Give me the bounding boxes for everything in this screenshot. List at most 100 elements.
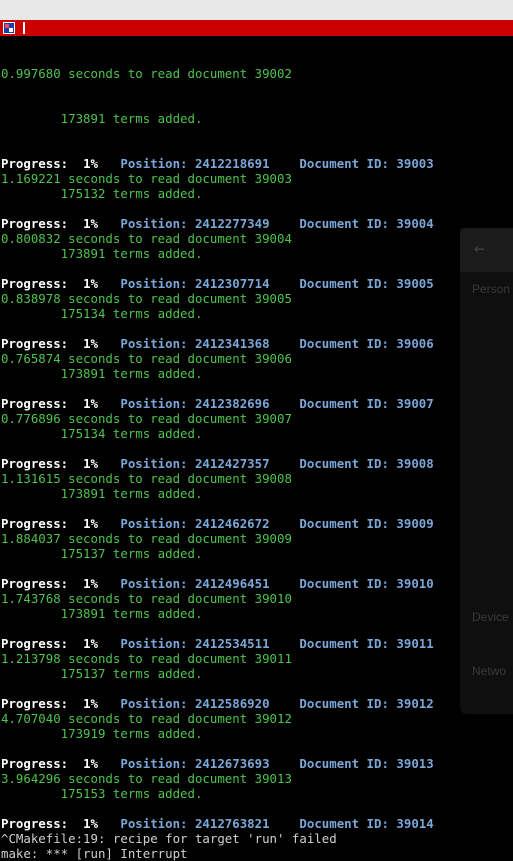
document-id-label: Document ID: xyxy=(269,516,397,531)
progress-line: Progress: 1% Position: 2412341368 Docume… xyxy=(1,336,513,351)
progress-line: Progress: 1% Position: 2412218691 Docume… xyxy=(1,156,513,171)
progress-line: Progress: 1% Position: 2412763821 Docume… xyxy=(1,816,513,831)
terminal-line: 173891 terms added. xyxy=(1,111,203,126)
document-id-value: 39003 xyxy=(396,156,434,171)
progress-line: Progress: 1% Position: 2412277349 Docume… xyxy=(1,216,513,231)
progress-label: Progress: xyxy=(1,456,84,471)
position-value: 2412673693 xyxy=(194,756,270,771)
terminal-output[interactable]: 0.997680 seconds to read document 39002 … xyxy=(1,36,513,861)
progress-percent: 1% xyxy=(83,576,98,591)
progress-label: Progress: xyxy=(1,336,84,351)
terms-added-line: 175137 terms added. xyxy=(1,666,203,681)
position-value: 2412462672 xyxy=(194,516,270,531)
position-value: 2412307714 xyxy=(194,276,270,291)
position-value: 2412277349 xyxy=(194,216,270,231)
progress-line: Progress: 1% Position: 2412496451 Docume… xyxy=(1,576,513,591)
terms-added-line: 175134 terms added. xyxy=(1,306,203,321)
progress-line: Progress: 1% Position: 2412534511 Docume… xyxy=(1,636,513,651)
read-time-line: 1.884037 seconds to read document 39009 xyxy=(1,531,292,546)
position-label: Position: xyxy=(97,756,195,771)
position-value: 2412496451 xyxy=(194,576,270,591)
document-id-label: Document ID: xyxy=(269,636,397,651)
position-label: Position: xyxy=(97,636,195,651)
document-id-value: 39005 xyxy=(396,276,434,291)
progress-percent: 1% xyxy=(83,396,98,411)
make-output-line: ^CMakefile:19: recipe for target 'run' f… xyxy=(1,831,337,846)
position-label: Position: xyxy=(97,396,195,411)
position-label: Position: xyxy=(97,696,195,711)
document-id-value: 39004 xyxy=(396,216,434,231)
position-value: 2412763821 xyxy=(194,816,270,831)
document-id-label: Document ID: xyxy=(269,396,397,411)
terms-added-line: 175132 terms added. xyxy=(1,186,203,201)
document-id-label: Document ID: xyxy=(269,276,397,291)
progress-percent: 1% xyxy=(83,456,98,471)
position-value: 2412341368 xyxy=(194,336,270,351)
make-output-line: make: *** [run] Interrupt xyxy=(1,846,188,861)
read-time-line: 0.765874 seconds to read document 39006 xyxy=(1,351,292,366)
read-time-line: 4.707040 seconds to read document 39012 xyxy=(1,711,292,726)
document-id-label: Document ID: xyxy=(269,456,397,471)
terms-added-line: 173891 terms added. xyxy=(1,366,203,381)
progress-percent: 1% xyxy=(83,156,98,171)
terms-added-line: 173919 terms added. xyxy=(1,726,203,741)
progress-line: Progress: 1% Position: 2412462672 Docume… xyxy=(1,516,513,531)
terminal-app-icon[interactable] xyxy=(3,22,15,34)
read-time-line: 3.964296 seconds to read document 39013 xyxy=(1,771,292,786)
progress-percent: 1% xyxy=(83,756,98,771)
progress-percent: 1% xyxy=(83,276,98,291)
read-time-line: 1.213798 seconds to read document 39011 xyxy=(1,651,292,666)
read-time-line: 0.800832 seconds to read document 39004 xyxy=(1,231,292,246)
terminal-line: 0.997680 seconds to read document 39002 xyxy=(1,66,292,81)
progress-percent: 1% xyxy=(83,816,98,831)
document-id-value: 39012 xyxy=(396,696,434,711)
document-id-value: 39014 xyxy=(396,816,434,831)
progress-label: Progress: xyxy=(1,636,84,651)
document-id-label: Document ID: xyxy=(269,756,397,771)
progress-percent: 1% xyxy=(83,216,98,231)
progress-label: Progress: xyxy=(1,756,84,771)
position-label: Position: xyxy=(97,156,195,171)
document-id-value: 39010 xyxy=(396,576,434,591)
position-value: 2412218691 xyxy=(194,156,270,171)
top-panel xyxy=(0,0,513,20)
progress-label: Progress: xyxy=(1,516,84,531)
read-time-line: 0.776896 seconds to read document 39007 xyxy=(1,411,292,426)
terms-added-line: 173891 terms added. xyxy=(1,606,203,621)
position-value: 2412382696 xyxy=(194,396,270,411)
position-label: Position: xyxy=(97,336,195,351)
document-id-label: Document ID: xyxy=(269,696,397,711)
title-cursor xyxy=(23,22,25,34)
progress-label: Progress: xyxy=(1,156,84,171)
document-id-value: 39013 xyxy=(396,756,434,771)
read-time-line: 0.838978 seconds to read document 39005 xyxy=(1,291,292,306)
progress-percent: 1% xyxy=(83,696,98,711)
progress-label: Progress: xyxy=(1,396,84,411)
document-id-label: Document ID: xyxy=(269,216,397,231)
document-id-value: 39011 xyxy=(396,636,434,651)
position-label: Position: xyxy=(97,516,195,531)
document-id-label: Document ID: xyxy=(269,816,397,831)
progress-label: Progress: xyxy=(1,816,84,831)
position-value: 2412534511 xyxy=(194,636,270,651)
terminal-title-bar[interactable] xyxy=(0,20,513,36)
document-id-value: 39007 xyxy=(396,396,434,411)
progress-label: Progress: xyxy=(1,576,84,591)
progress-line: Progress: 1% Position: 2412586920 Docume… xyxy=(1,696,513,711)
document-id-label: Document ID: xyxy=(269,156,397,171)
position-value: 2412586920 xyxy=(194,696,270,711)
position-label: Position: xyxy=(97,216,195,231)
document-id-value: 39006 xyxy=(396,336,434,351)
position-value: 2412427357 xyxy=(194,456,270,471)
